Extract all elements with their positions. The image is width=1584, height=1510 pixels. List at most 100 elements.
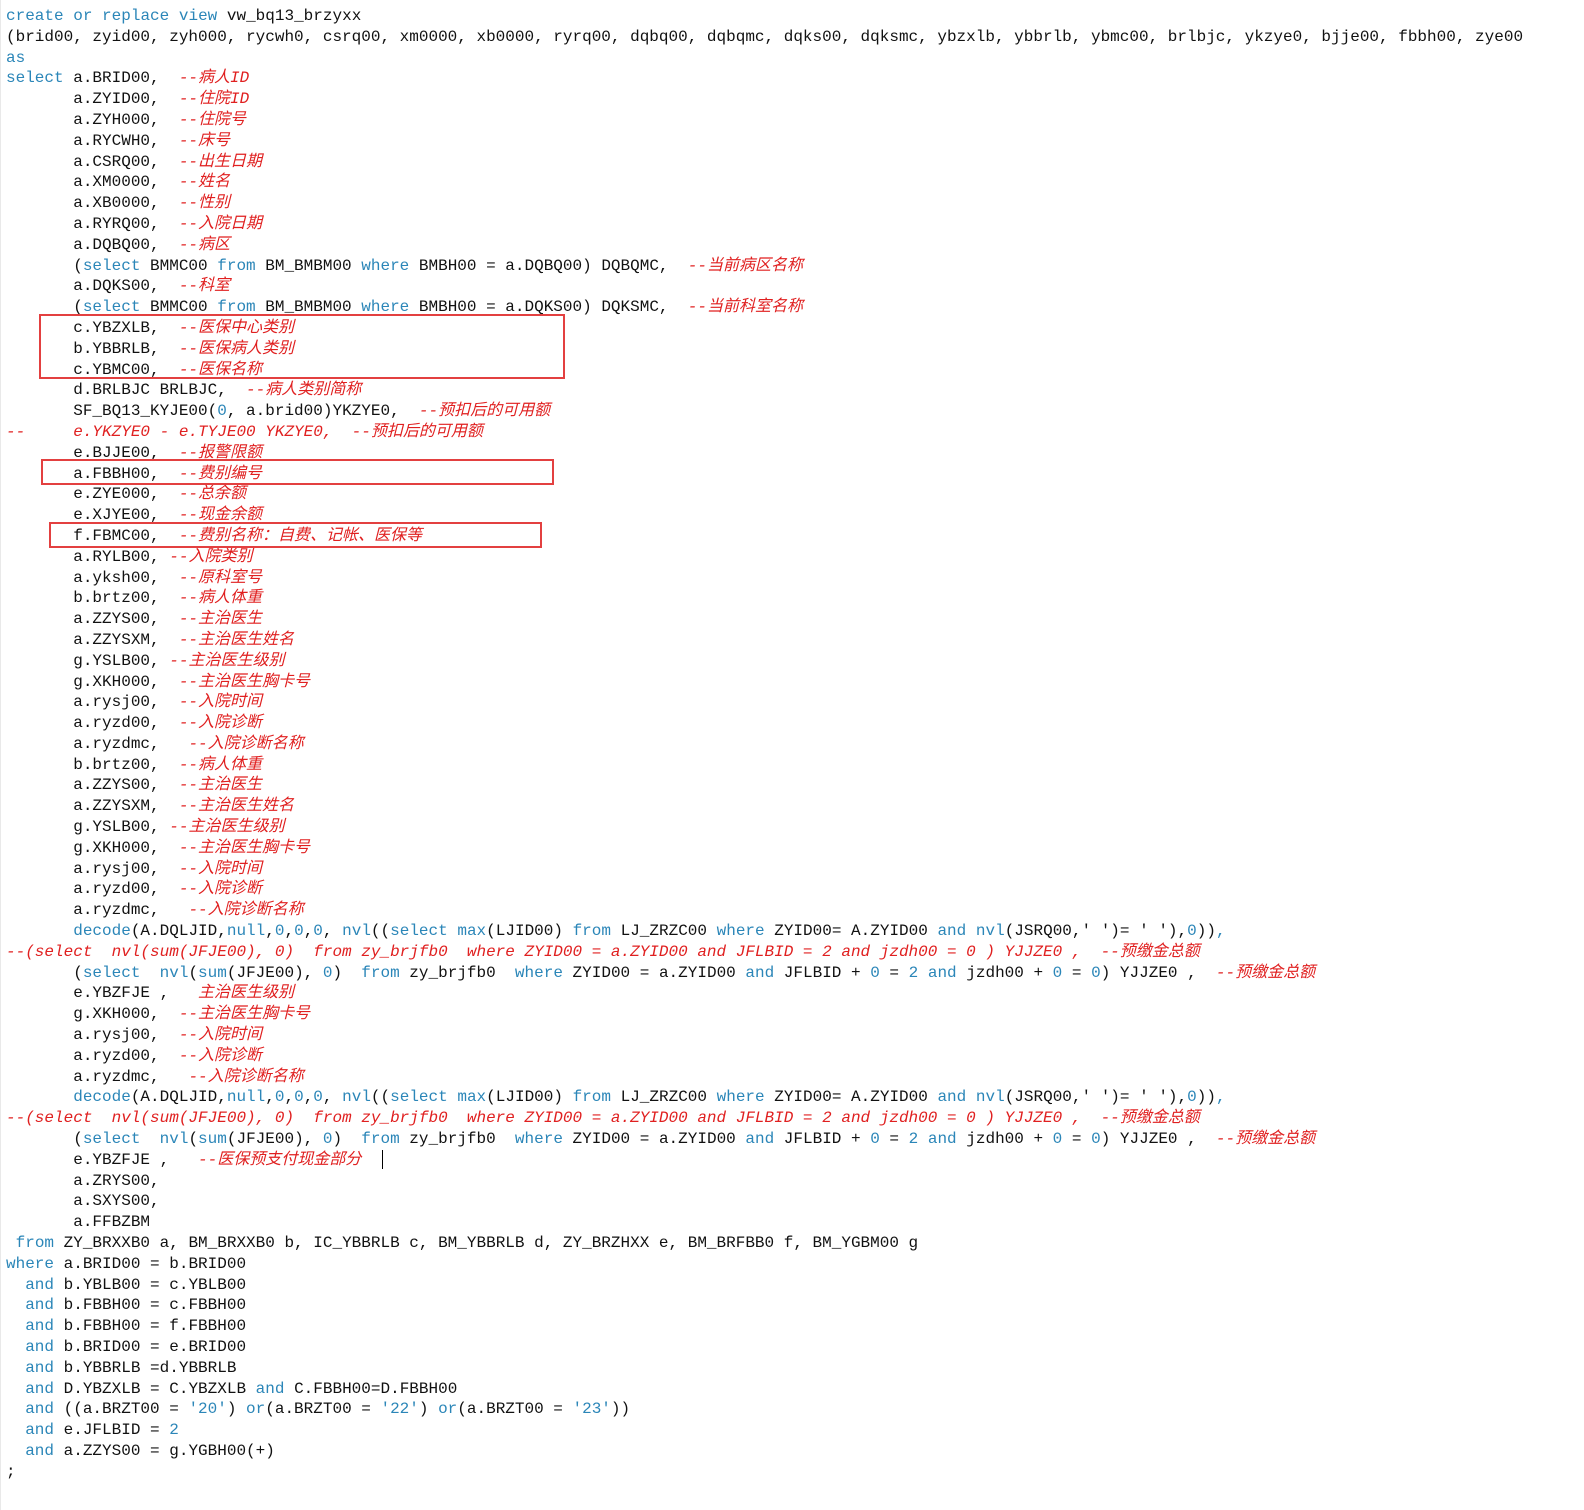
sql-text: (JFJE00), [226,963,323,982]
code-line[interactable]: create or replace view vw_bq13_brzyxx [6,6,1584,27]
code-line[interactable]: a.ryzd00, --入院诊断 [6,879,1584,900]
code-line[interactable]: a.RYLB00, --入院类别 [6,547,1584,568]
code-line[interactable]: a.ryzdmc, --入院诊断名称 [6,900,1584,921]
code-line[interactable]: from ZY_BRXXB0 a, BM_BRXXB0 b, IC_YBBRLB… [6,1233,1584,1254]
code-line[interactable]: a.DQBQ00, --病区 [6,235,1584,256]
code-line[interactable]: e.YBZFJE , --医保预支付现金部分 [6,1150,1584,1171]
sql-text: , [265,922,275,941]
sql-keyword: select [82,963,141,982]
code-line[interactable]: decode(A.DQLJID,null,0,0,0, nvl((select … [6,921,1584,942]
code-line[interactable]: a.RYRQ00, --入院日期 [6,214,1584,235]
code-line[interactable]: a.yksh00, --原科室号 [6,568,1584,589]
sql-text: (a.BRZT00 = [265,1400,381,1419]
code-line[interactable]: a.FFBZBM [6,1212,1584,1233]
sql-text: b.FBBH00 = c.FBBH00 [54,1296,247,1315]
code-line[interactable]: as [6,48,1584,69]
sql-keyword: and [25,1400,55,1419]
sql-text: a.BRID00 = b.BRID00 [54,1254,247,1273]
sql-code-editor[interactable]: create or replace view vw_bq13_brzyxx (br… [0,0,1584,1510]
code-line[interactable]: e.YBZFJE , 主治医生级别 [6,983,1584,1004]
sql-text: ; [6,1462,16,1481]
sql-keyword: and [25,1379,55,1398]
code-line[interactable]: a.SXYS00, [6,1191,1584,1212]
code-line[interactable]: a.ZYID00, --住院ID [6,89,1584,110]
code-line[interactable]: (select nvl(sum(JFJE00), 0) from zy_brjf… [6,1129,1584,1150]
code-line[interactable]: a.ZZYS00, --主治医生 [6,775,1584,796]
sql-comment: --入院时间 [178,693,263,712]
code-line[interactable]: and b.FBBH00 = f.FBBH00 [6,1316,1584,1337]
code-line[interactable]: e.BJJE00, --报警限额 [6,443,1584,464]
code-line[interactable]: and a.ZZYS00 = g.YGBH00(+) [6,1441,1584,1462]
sql-keyword: as [6,48,26,67]
code-line[interactable]: a.ZZYSXM, --主治医生姓名 [6,630,1584,651]
code-line[interactable]: a.DQKS00, --科室 [6,276,1584,297]
code-line[interactable]: (select nvl(sum(JFJE00), 0) from zy_brjf… [6,963,1584,984]
code-line[interactable]: -- e.YKZYE0 - e.TYJE00 YKZYE0, --预扣后的可用额 [6,422,1584,443]
code-line[interactable]: f.FBMC00, --费别名称：自费、记帐、医保等 [6,526,1584,547]
code-line[interactable]: and e.JFLBID = 2 [6,1420,1584,1441]
code-line[interactable]: and b.FBBH00 = c.FBBH00 [6,1295,1584,1316]
sql-comment: --费别编号 [178,464,263,483]
sql-text: c.YBZXLB, [6,318,179,337]
code-line[interactable]: and D.YBZXLB = C.YBZXLB and C.FBBH00=D.F… [6,1379,1584,1400]
sql-text: d.BRLBJC BRLBJC, [6,381,247,400]
code-line[interactable]: c.YBMC00, --医保名称 [6,360,1584,381]
code-line[interactable]: SF_BQ13_KYJE00(0, a.brid00)YKZYE0, --预扣后… [6,401,1584,422]
code-line[interactable]: a.ZRYS00, [6,1171,1584,1192]
code-line[interactable]: and ((a.BRZT00 = '20') or(a.BRZT00 = '22… [6,1399,1584,1420]
code-line[interactable]: (select BMMC00 from BM_BMBM00 where BMBH… [6,297,1584,318]
code-line[interactable]: a.rysj00, --入院时间 [6,859,1584,880]
code-line[interactable]: a.ryzdmc, --入院诊断名称 [6,734,1584,755]
code-line[interactable]: g.YSLB00, --主治医生级别 [6,817,1584,838]
code-line[interactable]: g.XKH000, --主治医生胸卡号 [6,672,1584,693]
sql-literal: 0 [1091,1130,1101,1149]
code-line[interactable]: e.XJYE00, --现金余额 [6,505,1584,526]
code-line[interactable]: and b.BRID00 = e.BRID00 [6,1337,1584,1358]
code-line[interactable]: g.YSLB00, --主治医生级别 [6,651,1584,672]
code-line[interactable]: a.ZZYSXM, --主治医生姓名 [6,796,1584,817]
code-line[interactable]: --(select nvl(sum(JFJE00), 0) from zy_br… [6,1108,1584,1129]
sql-keyword: and [927,963,957,982]
code-line[interactable]: decode(A.DQLJID,null,0,0,0, nvl((select … [6,1087,1584,1108]
code-line[interactable]: --(select nvl(sum(JFJE00), 0) from zy_br… [6,942,1584,963]
code-line[interactable]: select a.BRID00, --病人ID [6,68,1584,89]
code-line[interactable]: a.ryzdmc, --入院诊断名称 [6,1067,1584,1088]
sql-comment: --预缴金总额 [1215,1130,1316,1149]
code-text-area[interactable]: create or replace view vw_bq13_brzyxx (br… [6,6,1584,1483]
code-line[interactable]: g.XKH000, --主治医生胸卡号 [6,838,1584,859]
code-line[interactable]: (brid00, zyid00, zyh000, rycwh0, csrq00,… [6,27,1584,48]
code-line[interactable]: a.ryzd00, --入院诊断 [6,1046,1584,1067]
code-line[interactable]: and b.YBLB00 = c.YBLB00 [6,1275,1584,1296]
code-line[interactable]: a.rysj00, --入院时间 [6,692,1584,713]
sql-text: , a.brid00)YKZYE0, [226,402,419,421]
code-line[interactable]: a.XM0000, --姓名 [6,172,1584,193]
code-line[interactable]: e.ZYE000, --总余额 [6,484,1584,505]
sql-text: , [284,1088,295,1107]
code-line[interactable]: a.FBBH00, --费别编号 [6,464,1584,485]
sql-literal: '20' [188,1400,227,1419]
code-line[interactable]: c.YBZXLB, --医保中心类别 [6,318,1584,339]
code-line[interactable]: where a.BRID00 = b.BRID00 [6,1254,1584,1275]
code-line[interactable]: a.ZYH000, --住院号 [6,110,1584,131]
code-line[interactable]: a.ryzd00, --入院诊断 [6,713,1584,734]
sql-text: = [879,1130,909,1149]
code-line[interactable]: a.XB0000, --性别 [6,193,1584,214]
code-line[interactable]: and b.YBBRLB =d.YBBRLB [6,1358,1584,1379]
code-line[interactable]: (select BMMC00 from BM_BMBM00 where BMBH… [6,256,1584,277]
code-line[interactable]: b.brtz00, --病人体重 [6,755,1584,776]
code-line[interactable]: d.BRLBJC BRLBJC, --病人类别简称 [6,380,1584,401]
sql-keyword: or [438,1400,458,1419]
code-line[interactable]: a.ZZYS00, --主治医生 [6,609,1584,630]
code-line[interactable]: g.XKH000, --主治医生胸卡号 [6,1004,1584,1025]
sql-keyword: and [745,1130,775,1149]
sql-text: ) YJJZE0 , [1100,963,1216,982]
code-line[interactable]: a.rysj00, --入院时间 [6,1025,1584,1046]
code-line[interactable]: ; [6,1462,1584,1483]
code-line[interactable]: b.brtz00, --病人体重 [6,588,1584,609]
code-line[interactable]: a.CSRQ00, --出生日期 [6,152,1584,173]
code-line[interactable]: a.RYCWH0, --床号 [6,131,1584,152]
code-line[interactable]: b.YBBRLB, --医保病人类别 [6,339,1584,360]
sql-text: )) [610,1400,631,1419]
